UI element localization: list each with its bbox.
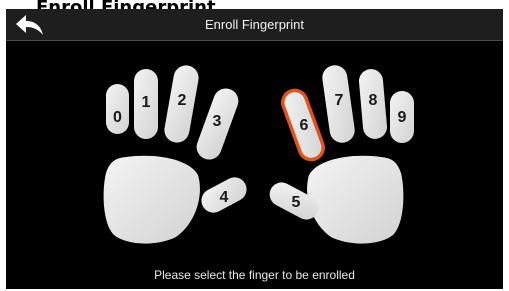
finger-1-label: 1 xyxy=(142,94,151,111)
finger-8[interactable]: 8 xyxy=(358,68,388,140)
enroll-prompt: Please select the finger to be enrolled xyxy=(154,268,355,282)
finger-3[interactable]: 3 xyxy=(193,85,242,163)
finger-7-label: 7 xyxy=(335,92,344,109)
finger-2[interactable]: 2 xyxy=(162,63,200,144)
finger-6-label: 6 xyxy=(300,117,309,134)
finger-4-label: 4 xyxy=(220,189,229,206)
finger-4[interactable]: 4 xyxy=(197,173,251,217)
right-palm xyxy=(307,155,404,244)
finger-7[interactable]: 7 xyxy=(321,64,357,145)
finger-8-label: 8 xyxy=(369,92,378,109)
finger-0[interactable]: 0 xyxy=(106,84,129,134)
finger-2-label: 2 xyxy=(178,92,187,109)
device-screen: Enroll Fingerprint 0 1 2 3 4 5 6 7 8 9 P… xyxy=(6,9,503,289)
finger-9[interactable]: 9 xyxy=(390,91,414,143)
finger-6[interactable]: 6 xyxy=(279,87,326,163)
finger-9-label: 9 xyxy=(398,109,407,126)
hands-diagram: 0 1 2 3 4 5 6 7 8 9 xyxy=(103,63,414,244)
finger-0-label: 0 xyxy=(113,109,122,126)
left-palm xyxy=(103,155,200,244)
finger-1[interactable]: 1 xyxy=(134,69,158,139)
finger-3-label: 3 xyxy=(213,113,222,130)
finger-5-label: 5 xyxy=(292,194,301,211)
